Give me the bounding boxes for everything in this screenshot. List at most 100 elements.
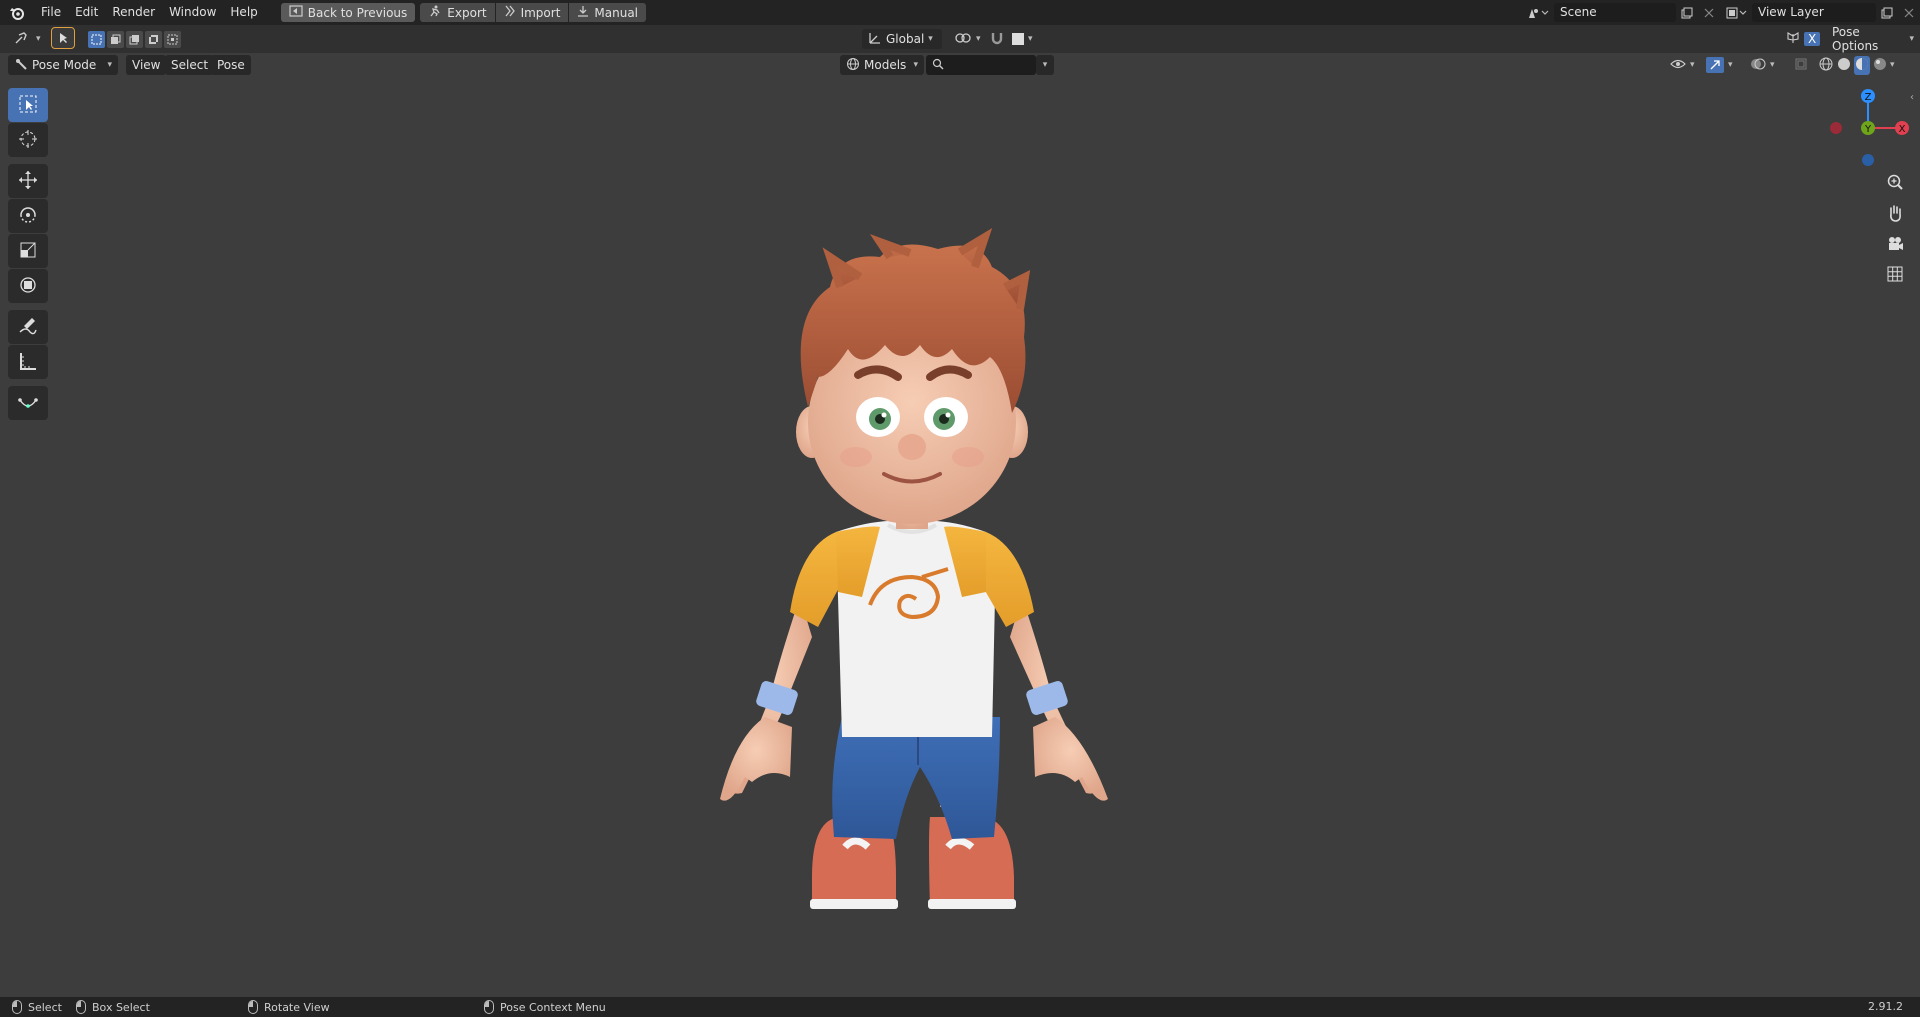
curve-icon (18, 392, 38, 415)
view-menu[interactable]: View (126, 55, 167, 75)
chevron-down-icon[interactable]: ▾ (1890, 60, 1895, 70)
editor-type-button[interactable]: ▾ (8, 29, 47, 49)
view-layer-browse-icon[interactable] (1722, 3, 1752, 22)
snap-toggle[interactable]: ▾ (984, 29, 1039, 49)
transform-icon (18, 275, 38, 298)
manual-button[interactable]: Manual (569, 3, 647, 22)
editor-type-icon (14, 31, 32, 48)
pivot-icon (954, 31, 972, 48)
search-input[interactable] (926, 55, 1036, 75)
globe-icon (846, 57, 860, 74)
transform-orientation-dropdown[interactable]: Global ▾ (862, 29, 942, 49)
run-icon (428, 5, 442, 20)
chevron-down-icon: ▾ (1690, 60, 1695, 70)
collection-dropdown[interactable]: Models ▾ (840, 55, 924, 75)
overlays-toggle[interactable]: ▾ (1744, 55, 1781, 75)
chevron-down-icon: ▾ (928, 34, 933, 44)
select-intersect-icon[interactable] (164, 30, 181, 48)
selection-mode-buttons (88, 29, 181, 49)
export-label: Export (447, 5, 487, 20)
gizmo-neg-z-axis[interactable] (1862, 154, 1874, 166)
chevron-down-icon: ▾ (1028, 34, 1033, 44)
scene-close-icon[interactable] (1698, 3, 1720, 22)
select-invert-icon[interactable] (145, 30, 162, 48)
3d-viewport[interactable] (0, 77, 1920, 997)
version-label: 2.91.2 (1868, 1000, 1903, 1013)
view-layer-name-field[interactable]: View Layer (1752, 3, 1876, 22)
material-shading-icon[interactable] (1854, 55, 1870, 75)
xray-toggle[interactable] (1788, 55, 1814, 75)
tool-measure[interactable] (8, 345, 48, 379)
scale-icon (18, 240, 38, 263)
menu-edit[interactable]: Edit (68, 0, 105, 25)
select-menu[interactable]: Select (165, 55, 215, 75)
zoom-icon[interactable] (1880, 168, 1910, 196)
select-new-icon[interactable] (88, 30, 105, 48)
visibility-dropdown[interactable]: ▾ (1664, 55, 1701, 75)
gizmo-neg-x-axis[interactable] (1830, 122, 1842, 134)
wireframe-shading-icon[interactable] (1818, 56, 1834, 75)
viewport-header: Pose Mode ▾ View Select Pose Models ▾ ▾ … (0, 53, 1920, 77)
select-extend-icon[interactable] (107, 30, 124, 48)
status-box-select-label: Box Select (92, 1000, 150, 1014)
mode-dropdown[interactable]: Pose Mode ▾ (8, 55, 118, 75)
search-filter-dropdown[interactable]: ▾ (1036, 55, 1054, 75)
tool-annotate[interactable] (8, 310, 48, 344)
pose-options-label: Pose Options (1832, 25, 1879, 53)
pose-menu[interactable]: Pose (211, 55, 251, 75)
x-mirror-label: X (1804, 32, 1821, 46)
pan-hand-icon[interactable] (1880, 199, 1910, 227)
scene-browse-icon[interactable] (1522, 3, 1554, 22)
magnet-icon (990, 31, 1004, 48)
back-to-previous-button[interactable]: Back to Previous (280, 3, 416, 22)
overlay-icon (1750, 57, 1766, 74)
gizmo-y-label: Y (1864, 124, 1872, 135)
menu-window[interactable]: Window (162, 0, 223, 25)
rendered-shading-icon[interactable] (1872, 56, 1888, 75)
chevron-down-icon: ▾ (976, 34, 981, 44)
annotate-icon (18, 316, 38, 339)
cursor-icon (18, 129, 38, 152)
gizmo-toggle[interactable]: ▾ (1700, 55, 1739, 75)
view-layer-close-icon[interactable] (1898, 3, 1920, 22)
import-button[interactable]: Import (495, 3, 569, 22)
x-mirror-toggle[interactable]: X (1780, 29, 1826, 49)
grid-view-icon[interactable] (1880, 260, 1910, 288)
status-select-label: Select (28, 1000, 62, 1014)
tool-scale[interactable] (8, 234, 48, 268)
active-tool-icon[interactable] (51, 27, 75, 49)
select-subtract-icon[interactable] (126, 30, 143, 48)
menu-render[interactable]: Render (105, 0, 162, 25)
tool-transform[interactable] (8, 269, 48, 303)
tool-settings-header: ▾ Global ▾ ▾ ▾ X Pose Options ▾ (0, 25, 1920, 53)
top-menu-bar: File Edit Render Window Help Back to Pre… (0, 0, 1920, 25)
tool-move[interactable] (8, 164, 48, 198)
tool-bone-envelope[interactable] (8, 386, 48, 420)
camera-icon[interactable] (1880, 230, 1910, 258)
scene-name-field[interactable]: Scene (1554, 3, 1676, 22)
menu-file[interactable]: File (34, 0, 68, 25)
butterfly-icon (1786, 31, 1800, 48)
navigation-gizmo[interactable]: Z X Y (1818, 86, 1914, 166)
screen-back-icon (289, 5, 303, 20)
export-button[interactable]: Export (420, 3, 495, 22)
manual-label: Manual (594, 5, 639, 20)
tool-cursor[interactable] (8, 123, 48, 157)
pivot-point-dropdown[interactable]: ▾ (948, 29, 987, 49)
status-rotate-view-label: Rotate View (264, 1000, 330, 1014)
tool-select-box[interactable] (8, 88, 48, 122)
blender-logo-icon[interactable] (0, 0, 34, 25)
mouse-middle-icon (248, 1000, 258, 1014)
status-context-menu: Pose Context Menu (484, 1000, 606, 1014)
scene-new-icon[interactable] (1676, 3, 1698, 22)
pose-options-dropdown[interactable]: Pose Options ▾ (1826, 25, 1920, 53)
solid-shading-icon[interactable] (1836, 56, 1852, 75)
view-layer-new-icon[interactable] (1876, 3, 1898, 22)
gizmo-x-label: X (1899, 124, 1906, 135)
tool-rotate[interactable] (8, 199, 48, 233)
mouse-drag-icon (76, 1000, 86, 1014)
sidebar-toggle-icon[interactable]: ‹ (1910, 92, 1914, 103)
orientation-label: Global (886, 32, 925, 46)
menu-help[interactable]: Help (223, 0, 264, 25)
snap-element-icon[interactable] (1012, 33, 1024, 45)
